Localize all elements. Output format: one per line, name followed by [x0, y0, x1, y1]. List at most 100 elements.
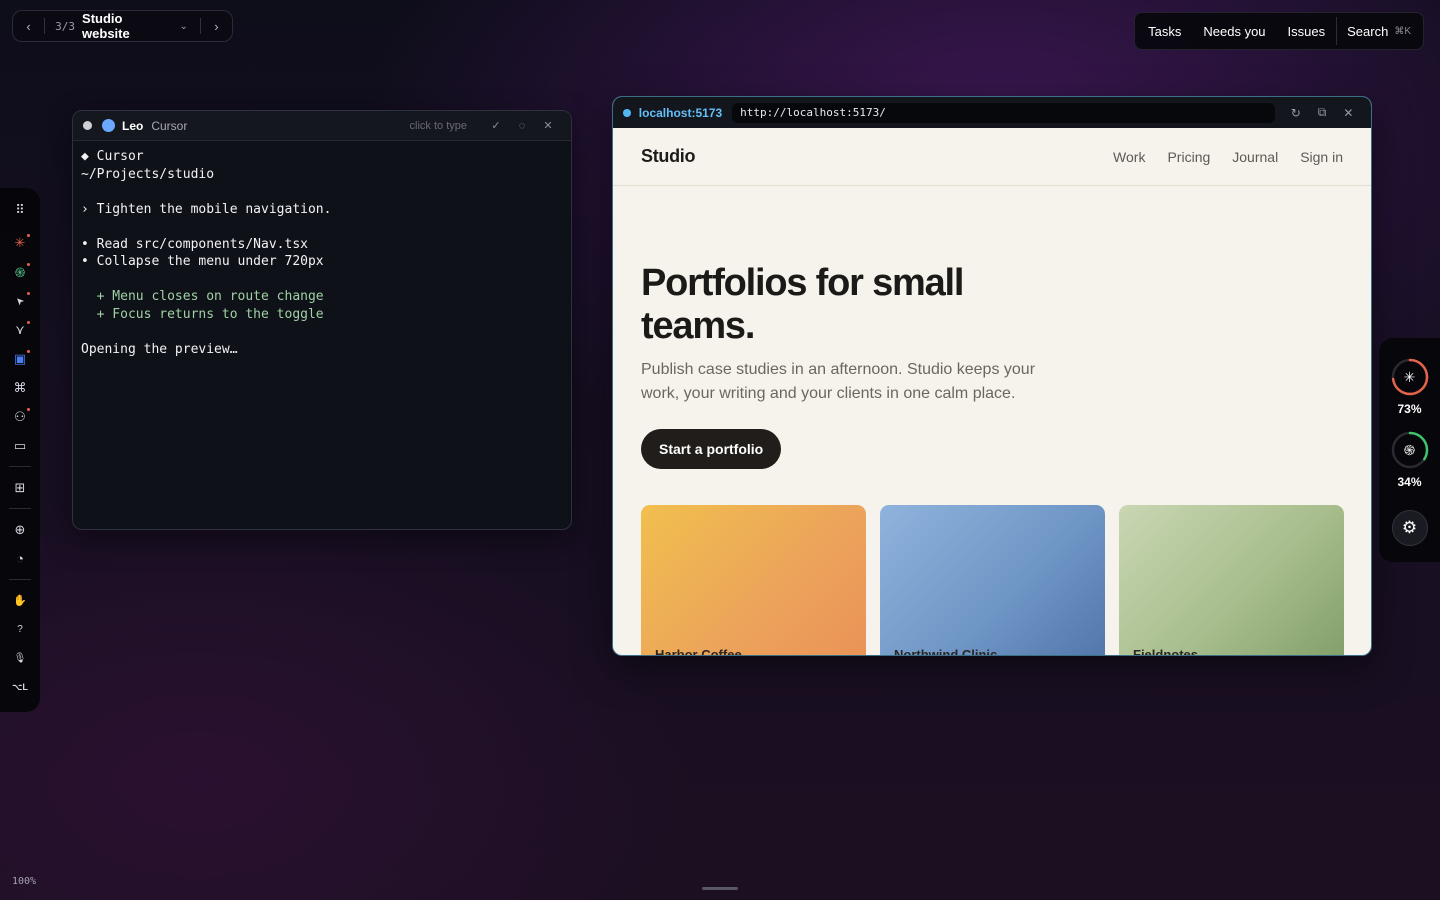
dock-divider: [9, 466, 31, 467]
site-viewport: Studio Work Pricing Journal Sign in Port…: [613, 128, 1371, 656]
claude-usage-ring[interactable]: ✳: [1391, 358, 1429, 396]
chevron-down-icon[interactable]: ⌄: [179, 21, 187, 32]
preview-host: localhost:5173: [638, 105, 723, 120]
app-badge-icon[interactable]: ▣: [7, 344, 33, 373]
issues-link[interactable]: Issues: [1277, 24, 1337, 39]
terminal-window[interactable]: Leo Cursor click to type ✓ ◌ ✕ ◆ Cursor ~…: [72, 110, 572, 530]
site-header: Studio Work Pricing Journal Sign in: [613, 128, 1371, 186]
close-icon[interactable]: ✕: [1336, 106, 1361, 120]
search-button[interactable]: Search ⌘K: [1337, 24, 1423, 39]
openai-usage-percent: 34%: [1397, 475, 1422, 489]
browser-toolbar: localhost:5173 http://localhost:5173/ ↻ …: [613, 97, 1371, 128]
card-label: Fieldnotes: [1133, 647, 1199, 656]
terminal-line: + Menu closes on route change: [81, 289, 324, 304]
site-nav-work[interactable]: Work: [1113, 149, 1145, 165]
palette-icon[interactable]: ◔: [7, 544, 33, 573]
close-icon[interactable]: ✕: [535, 119, 561, 132]
site-nav: Work Pricing Journal Sign in: [1113, 149, 1343, 165]
grip-icon[interactable]: ⠿: [7, 195, 33, 224]
search-label: Search: [1347, 23, 1389, 39]
site-nav-journal[interactable]: Journal: [1232, 149, 1278, 165]
terminal-line: • Read src/components/Nav.tsx: [81, 236, 308, 252]
gear-icon[interactable]: ⚙: [1391, 510, 1428, 546]
option-l-shortcut[interactable]: ⌥L: [7, 673, 33, 702]
help-icon[interactable]: ?: [7, 615, 33, 644]
notification-dot: [27, 234, 30, 237]
agent-tool: Cursor: [151, 118, 188, 133]
notification-dot: [27, 408, 30, 411]
terminal-line: ◆ Cursor: [81, 149, 144, 164]
workspace-switcher: ‹ 3/3 Studio website ⌄ ›: [12, 10, 233, 42]
usage-rail: ✳ 73% ֍ 34% ⚙: [1379, 338, 1440, 562]
claude-icon[interactable]: ✳: [7, 228, 33, 257]
open-external-icon[interactable]: ⧉: [1309, 105, 1334, 120]
microphone-icon[interactable]: 🎙: [7, 644, 33, 673]
folder-icon[interactable]: ▭: [7, 431, 33, 460]
openai-usage-ring[interactable]: ֍: [1391, 431, 1429, 469]
hero-title: Portfolios for small teams.: [641, 262, 964, 347]
agent-name: Leo: [122, 118, 144, 133]
live-indicator-icon: [623, 108, 631, 117]
terminal-line: Opening the preview…: [81, 341, 238, 357]
openai-icon: ֍: [1403, 441, 1416, 458]
notification-dot: [27, 350, 30, 353]
site-logo[interactable]: Studio: [641, 146, 695, 167]
chevron-left-icon: ‹: [26, 18, 31, 34]
needs-you-link[interactable]: Needs you: [1192, 24, 1276, 39]
status-dot: [83, 121, 92, 130]
reload-icon[interactable]: ↻: [1283, 106, 1308, 120]
portfolio-card[interactable]: Harbor Coffee: [641, 505, 866, 656]
people-icon[interactable]: ⚇: [7, 402, 33, 431]
start-portfolio-button[interactable]: Start a portfolio: [641, 429, 782, 469]
card-label: Northwind Clinic: [894, 647, 998, 656]
terminal-line: + Focus returns to the toggle: [81, 306, 324, 322]
claude-icon: ✳: [1403, 368, 1416, 385]
bottom-drag-handle[interactable]: [702, 887, 738, 890]
check-icon[interactable]: ✓: [483, 119, 509, 132]
site-nav-sign-in[interactable]: Sign in: [1300, 149, 1343, 165]
terminal-line: › Tighten the mobile navigation.: [81, 201, 332, 217]
hand-icon[interactable]: ✋: [7, 586, 33, 615]
switcher-divider: [44, 18, 46, 34]
next-workspace-button[interactable]: ›: [201, 11, 232, 41]
tasks-link[interactable]: Tasks: [1135, 24, 1192, 39]
notification-dot: [27, 263, 30, 266]
click-to-type-hint: click to type: [409, 119, 467, 132]
left-dock: ⠿ ✳ ֍ ➤ ⋎ ▣ ⌘ ⚇ ▭ ⊞ ⊕ ◔ ✋ ? 🎙 ⌥L: [0, 188, 40, 712]
claude-usage-percent: 73%: [1397, 402, 1422, 416]
dock-divider: [9, 508, 31, 509]
top-nav: Tasks Needs you Issues Search ⌘K: [1134, 12, 1424, 50]
notification-dot: [27, 292, 30, 295]
terminal-line: ~/Projects/studio: [81, 166, 215, 182]
dock-divider: [9, 579, 31, 580]
openai-icon[interactable]: ֍: [7, 257, 33, 286]
apps-grid-icon[interactable]: ⊞: [7, 473, 33, 502]
chevron-right-icon: ›: [214, 18, 219, 34]
prev-workspace-button[interactable]: ‹: [13, 11, 44, 41]
agent-avatar-icon: [102, 119, 115, 132]
terminal-output[interactable]: ◆ Cursor ~/Projects/studio › Tighten the …: [73, 141, 571, 365]
zoom-level: 100%: [12, 876, 37, 887]
terminal-titlebar: Leo Cursor click to type ✓ ◌ ✕: [73, 111, 571, 141]
portfolio-card[interactable]: Northwind Clinic: [880, 505, 1105, 656]
workspace-count: 3/3: [55, 19, 76, 33]
search-shortcut: ⌘K: [1394, 25, 1411, 37]
notification-dot: [27, 321, 30, 324]
command-icon[interactable]: ⌘: [7, 373, 33, 402]
site-nav-pricing[interactable]: Pricing: [1167, 149, 1210, 165]
url-field[interactable]: http://localhost:5173/: [732, 102, 1276, 123]
workspace-title[interactable]: Studio website: [82, 11, 171, 41]
globe-grid-icon[interactable]: ⊕: [7, 515, 33, 544]
cursor-pointer-icon[interactable]: ➤: [7, 286, 33, 315]
browser-preview-window: localhost:5173 http://localhost:5173/ ↻ …: [612, 96, 1372, 656]
terminal-line: • Collapse the menu under 720px: [81, 254, 324, 269]
hero-subtitle: Publish case studies in an afternoon. St…: [641, 361, 1036, 402]
card-label: Harbor Coffee: [655, 647, 742, 656]
refresh-icon[interactable]: ◌: [509, 120, 535, 132]
portfolio-card[interactable]: Fieldnotes: [1119, 505, 1344, 656]
vercel-icon[interactable]: ⋎: [7, 315, 33, 344]
